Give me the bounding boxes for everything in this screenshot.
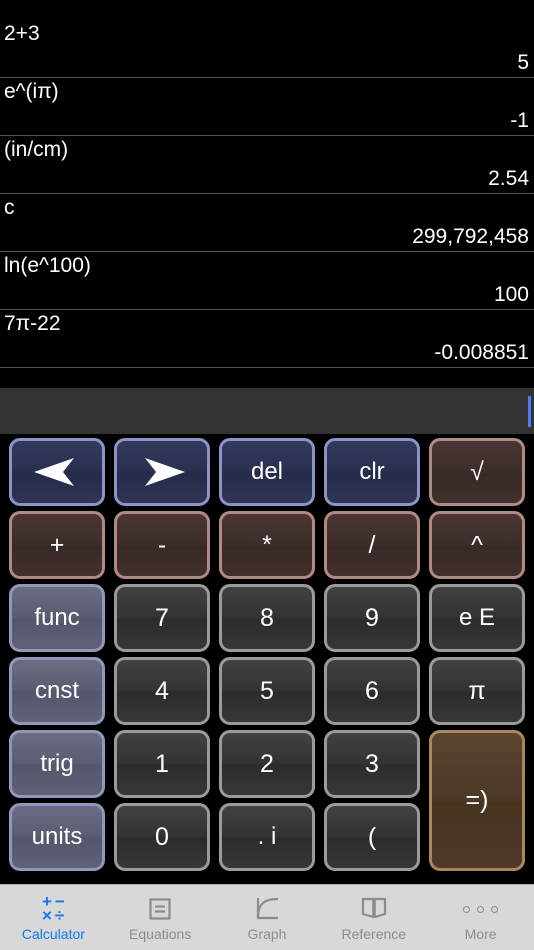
- key-label: units: [31, 823, 83, 850]
- key-label: trig: [40, 750, 74, 777]
- key-power[interactable]: ^: [429, 511, 525, 579]
- history-list[interactable]: 2+3 5 e^(iπ) -1 (in/cm) 2.54 c 299,792,4…: [0, 0, 534, 388]
- key-seven[interactable]: 7: [114, 584, 210, 652]
- key-label: =): [465, 786, 489, 814]
- key-cursor-left[interactable]: [9, 438, 105, 506]
- key-func[interactable]: func: [9, 584, 105, 652]
- key-label: √: [470, 457, 484, 486]
- history-expression: 2+3: [4, 22, 40, 45]
- key-label: clr: [359, 458, 385, 485]
- key-cnst[interactable]: cnst: [9, 657, 105, 725]
- key-label: 0: [155, 822, 169, 851]
- key-pi[interactable]: π: [429, 657, 525, 725]
- key-plus[interactable]: +: [9, 511, 105, 579]
- tab-label: More: [464, 926, 497, 942]
- key-two[interactable]: 2: [219, 730, 315, 798]
- history-expression: (in/cm): [4, 138, 69, 161]
- history-result: 100: [493, 283, 529, 306]
- history-row[interactable]: e^(iπ) -1: [0, 78, 534, 136]
- key-label: del: [250, 458, 284, 485]
- key-label: (: [367, 822, 377, 851]
- calculator-icon: + − × ÷: [41, 893, 65, 925]
- calculator-app: 2+3 5 e^(iπ) -1 (in/cm) 2.54 c 299,792,4…: [0, 0, 534, 950]
- times-symbol: ×: [41, 906, 52, 925]
- tab-more[interactable]: More: [427, 885, 534, 950]
- history-expression: e^(iπ): [4, 80, 59, 103]
- tab-reference[interactable]: Reference: [320, 885, 427, 950]
- tab-bar: + − × ÷ Calculator Equations Graph Refer…: [0, 884, 534, 950]
- key-label: /: [368, 530, 376, 559]
- key-paren[interactable]: (: [324, 803, 420, 871]
- history-row[interactable]: ln(e^100) 100: [0, 252, 534, 310]
- key-label: 8: [260, 603, 274, 632]
- arrow-right-icon: [135, 457, 189, 487]
- key-label: 7: [155, 603, 169, 632]
- key-label: +: [49, 530, 65, 559]
- history-row[interactable]: 2+3 5: [0, 20, 534, 78]
- history-result: 2.54: [488, 167, 529, 190]
- key-six[interactable]: 6: [324, 657, 420, 725]
- key-cursor-right[interactable]: [114, 438, 210, 506]
- key-label: 4: [155, 676, 169, 705]
- history-result: -0.008851: [434, 341, 529, 364]
- key-four[interactable]: 4: [114, 657, 210, 725]
- history-row[interactable]: c 299,792,458: [0, 194, 534, 252]
- key-divide[interactable]: /: [324, 511, 420, 579]
- tab-label: Calculator: [21, 926, 85, 942]
- key-multiply[interactable]: *: [219, 511, 315, 579]
- key-label: 3: [365, 749, 379, 778]
- arrow-left-icon: [30, 457, 84, 487]
- key-one[interactable]: 1: [114, 730, 210, 798]
- history-result: 299,792,458: [412, 225, 529, 248]
- text-cursor: [528, 396, 531, 427]
- key-label: 9: [365, 603, 379, 632]
- history-expression: c: [4, 196, 15, 219]
- key-dot-i[interactable]: . i: [219, 803, 315, 871]
- history-expression: 7π-22: [4, 312, 61, 335]
- key-zero[interactable]: 0: [114, 803, 210, 871]
- key-label: 6: [365, 676, 379, 705]
- key-label: func: [34, 604, 80, 631]
- key-five[interactable]: 5: [219, 657, 315, 725]
- key-clr[interactable]: clr: [324, 438, 420, 506]
- history-row[interactable]: 7π-22 -0.008851: [0, 310, 534, 368]
- key-label: *: [262, 530, 272, 559]
- key-label: 1: [155, 749, 169, 778]
- key-nine[interactable]: 9: [324, 584, 420, 652]
- tab-calculator[interactable]: + − × ÷ Calculator: [0, 885, 107, 950]
- key-label: cnst: [34, 677, 79, 704]
- key-del[interactable]: del: [219, 438, 315, 506]
- key-label: 5: [260, 676, 274, 705]
- key-units[interactable]: units: [9, 803, 105, 871]
- graph-icon: [253, 894, 281, 924]
- history-row[interactable]: (in/cm) 2.54: [0, 136, 534, 194]
- expression-input[interactable]: [0, 388, 534, 435]
- key-trig[interactable]: trig: [9, 730, 105, 798]
- tab-equations[interactable]: Equations: [107, 885, 214, 950]
- key-minus[interactable]: -: [114, 511, 210, 579]
- key-label: π: [468, 676, 486, 705]
- key-equals[interactable]: =): [429, 730, 525, 871]
- divide-symbol: ÷: [54, 906, 65, 925]
- key-sqrt[interactable]: √: [429, 438, 525, 506]
- history-expression: ln(e^100): [4, 254, 91, 277]
- key-label: 2: [260, 749, 274, 778]
- keypad: del clr √ + - * / ^ func 7 8 9 e E cnst 4 5 6 π trig 1 2 3 uni…: [0, 435, 534, 884]
- tab-label: Graph: [247, 926, 287, 942]
- history-result: -1: [510, 109, 529, 132]
- tab-label: Reference: [341, 926, 407, 942]
- key-label: e E: [458, 604, 496, 631]
- history-result: 5: [517, 51, 529, 74]
- tab-label: Equations: [129, 926, 192, 942]
- equations-icon: [146, 894, 174, 924]
- ellipsis-icon: [463, 894, 499, 924]
- key-label: -: [157, 530, 167, 559]
- book-icon: [360, 894, 388, 924]
- key-label: ^: [471, 530, 483, 559]
- key-three[interactable]: 3: [324, 730, 420, 798]
- key-label: . i: [257, 823, 277, 850]
- key-e-exp[interactable]: e E: [429, 584, 525, 652]
- key-eight[interactable]: 8: [219, 584, 315, 652]
- tab-graph[interactable]: Graph: [214, 885, 321, 950]
